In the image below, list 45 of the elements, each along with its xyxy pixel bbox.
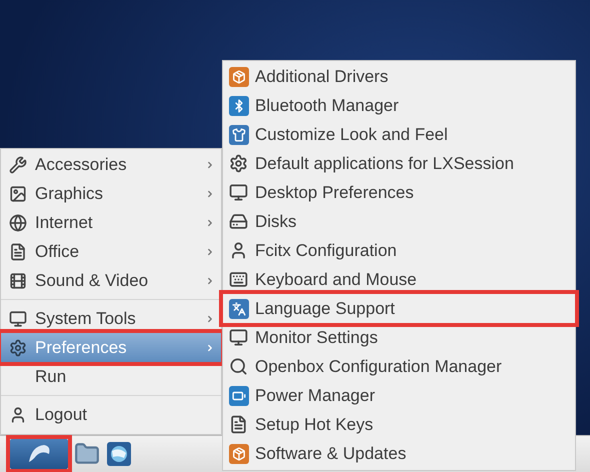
menu-item[interactable]: System Tools xyxy=(1,304,221,333)
person-icon xyxy=(9,406,27,424)
menu-item[interactable]: Setup Hot Keys xyxy=(223,410,575,439)
shirt-icon xyxy=(229,124,249,144)
gear-icon xyxy=(229,154,248,173)
menu-item[interactable]: Bluetooth Manager xyxy=(223,91,575,120)
keyboard-icon xyxy=(229,270,248,289)
menu-item[interactable]: Desktop Preferences xyxy=(223,178,575,207)
menu-item[interactable]: Additional Drivers xyxy=(223,62,575,91)
menu-item[interactable]: Power Manager xyxy=(223,381,575,410)
monitor-icon xyxy=(229,328,248,347)
bluetooth-icon xyxy=(229,96,249,116)
menu-item[interactable]: Fcitx Configuration xyxy=(223,236,575,265)
menu-item[interactable]: Sound & Video xyxy=(1,266,221,295)
package-icon xyxy=(229,444,249,464)
menu-item[interactable]: Accessories xyxy=(1,150,221,179)
menu-item[interactable]: Customize Look and Feel xyxy=(223,120,575,149)
menu-item[interactable]: Logout xyxy=(1,400,221,429)
menu-item[interactable]: Keyboard and Mouse xyxy=(223,265,575,294)
monitor-icon xyxy=(229,183,248,202)
menu-item[interactable]: Language Support xyxy=(223,294,575,323)
document-icon xyxy=(9,242,27,260)
folder-icon[interactable] xyxy=(74,441,100,467)
globe-icon xyxy=(9,214,27,232)
menu-item[interactable]: Graphics xyxy=(1,179,221,208)
menu-item[interactable]: Monitor Settings xyxy=(223,323,575,352)
menu-item[interactable]: Disks xyxy=(223,207,575,236)
menu-item[interactable]: Run xyxy=(1,362,221,391)
person-icon xyxy=(229,241,248,260)
document-icon xyxy=(229,415,248,434)
film-icon xyxy=(9,272,27,290)
gear-icon xyxy=(9,338,27,356)
menu-item[interactable]: Software & Updates xyxy=(223,439,575,468)
package-icon xyxy=(229,66,249,86)
languages-icon xyxy=(229,298,249,318)
search-icon xyxy=(229,357,248,376)
tools-icon xyxy=(9,156,27,174)
menu-item[interactable]: Openbox Configuration Manager xyxy=(223,352,575,381)
battery-icon xyxy=(229,386,249,406)
menu-item[interactable]: Internet xyxy=(1,208,221,237)
image-icon xyxy=(9,184,27,202)
menu-item[interactable]: Default applications for LXSession xyxy=(223,149,575,178)
globe-app-icon[interactable] xyxy=(106,441,132,467)
menu-item[interactable]: Office xyxy=(1,237,221,266)
monitor-icon xyxy=(9,310,27,328)
